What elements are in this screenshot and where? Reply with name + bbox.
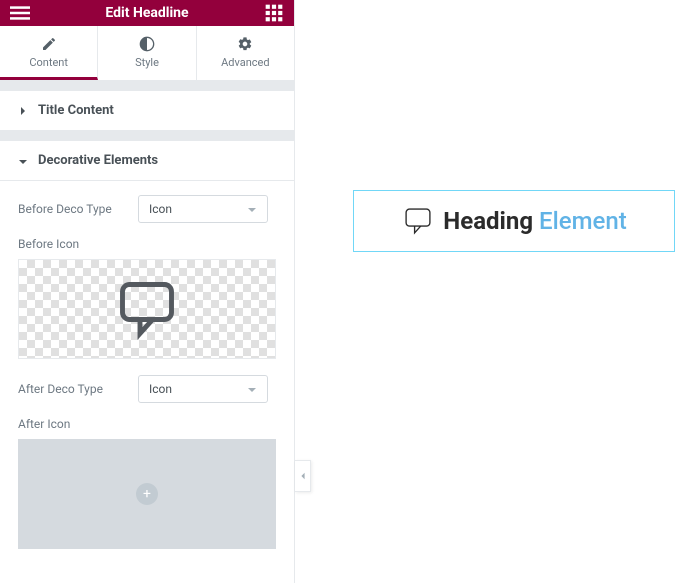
tab-content[interactable]: Content [0,26,98,80]
contrast-icon [139,36,155,52]
before-icon-label: Before Icon [18,237,276,251]
before-deco-type-row: Before Deco Type Icon [18,195,276,223]
decorative-controls: Before Deco Type Icon Before Icon After … [0,181,294,583]
tab-label: Content [29,56,68,69]
after-icon-empty[interactable]: + [18,439,276,549]
comment-icon [401,204,435,238]
heading-main: Heading [443,207,533,235]
after-icon-label: After Icon [18,417,276,431]
tab-advanced[interactable]: Advanced [197,26,294,80]
chevron-down-icon [247,204,257,214]
spacer [0,81,294,91]
section-title-content[interactable]: Title Content [0,91,294,131]
tab-style[interactable]: Style [98,26,196,80]
tab-label: Advanced [221,56,269,69]
comment-icon [112,274,182,344]
headline-widget[interactable]: Heading Element [353,190,675,252]
section-decorative-elements[interactable]: Decorative Elements [0,141,294,181]
panel-header: Edit Headline [0,0,294,26]
plus-icon: + [136,483,158,505]
headline-text: Heading Element [443,207,626,235]
gear-icon [237,36,253,52]
select-value: Icon [149,382,172,396]
collapse-panel-handle[interactable] [295,460,311,492]
before-deco-type-label: Before Deco Type [18,202,138,216]
tab-bar: Content Style Advanced [0,26,294,81]
after-deco-type-select[interactable]: Icon [138,375,276,403]
caret-down-icon [18,156,28,166]
after-deco-type-row: After Deco Type Icon [18,375,276,403]
heading-accent: Element [539,207,627,235]
select-value: Icon [149,202,172,216]
before-icon-preview[interactable] [18,259,276,359]
before-deco-type-select[interactable]: Icon [138,195,276,223]
pencil-icon [41,36,57,52]
editor-panel: Edit Headline Content Style Advanced Tit… [0,0,295,583]
apps-grid-icon[interactable] [264,3,284,23]
spacer [0,131,294,141]
section-label: Decorative Elements [38,153,158,168]
caret-right-icon [18,105,28,115]
after-deco-type-label: After Deco Type [18,382,138,396]
preview-canvas: Heading Element [295,0,687,583]
menu-icon[interactable] [10,3,30,23]
panel-title: Edit Headline [30,5,264,21]
section-label: Title Content [38,103,114,118]
chevron-down-icon [247,384,257,394]
tab-label: Style [135,56,159,69]
